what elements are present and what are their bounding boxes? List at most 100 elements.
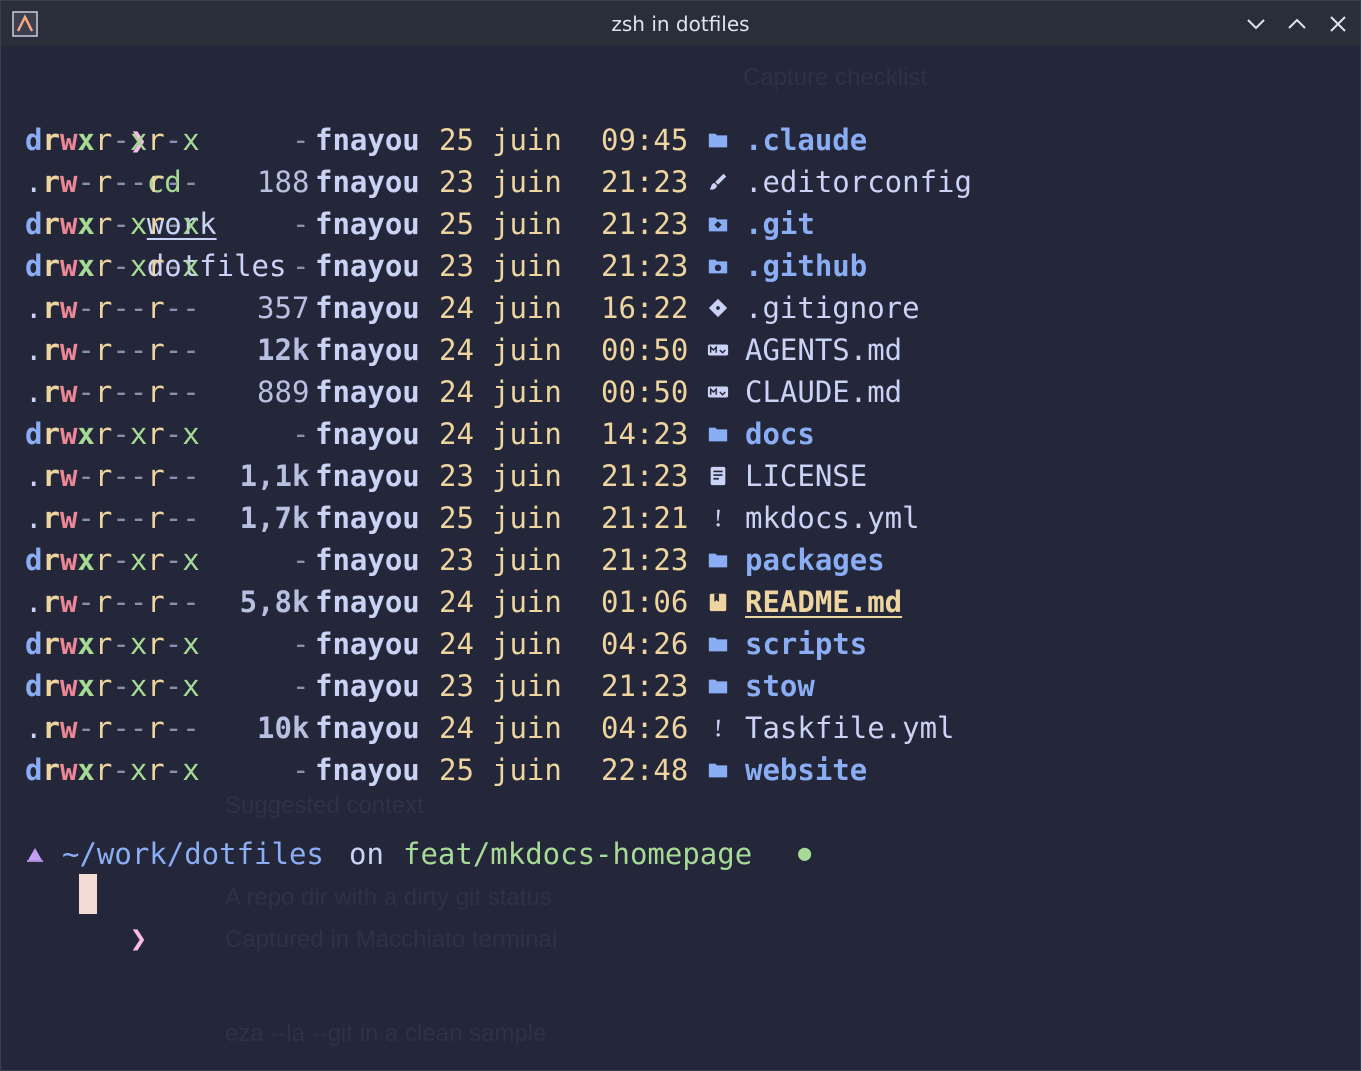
date-time: 00:50 [601,333,689,367]
date-month: juin [492,291,562,325]
date-day: 25 [439,207,474,241]
ghost-text: Capture checklist [743,64,928,91]
titlebar: zsh in dotfiles [1,1,1360,46]
file-owner: fnayou [315,207,420,241]
terminal-window: zsh in dotfiles Capture checklist Sugges… [0,0,1361,1071]
git-diamond-icon [708,298,728,318]
date-month: juin [492,375,562,409]
file-name[interactable]: LICENSE [745,455,867,497]
file-size: 188 [257,165,310,199]
license-icon [710,466,726,486]
file-name[interactable]: .github [745,245,867,287]
file-size: 12k [257,333,310,367]
window-title: zsh in dotfiles [611,12,750,36]
file-name[interactable]: .git [745,203,815,245]
date-month: juin [492,333,562,367]
date-day: 24 [439,291,474,325]
date-day: 25 [439,501,474,535]
ghost-text: Suggested context [225,792,424,819]
file-name[interactable]: .gitignore [745,287,920,329]
file-owner: fnayou [315,249,420,283]
file-size: 5,8k [239,585,310,619]
date-day: 25 [439,123,474,157]
file-name[interactable]: stow [745,665,815,707]
git-folder-icon [708,217,728,232]
date-time: 21:23 [601,669,689,703]
date-time: 04:26 [601,627,689,661]
date-time: 21:23 [601,207,689,241]
date-day: 24 [439,417,474,451]
file-size: - [291,123,310,157]
file-size: - [291,669,310,703]
date-time: 21:21 [601,501,689,535]
date-time: 21:23 [601,249,689,283]
folder-icon [708,763,728,778]
file-owner: fnayou [315,291,420,325]
os-icon [27,848,43,862]
date-day: 24 [439,711,474,745]
file-size: - [291,249,310,283]
file-owner: fnayou [315,501,420,535]
file-owner: fnayou [315,627,420,661]
on-label: on [349,837,384,871]
date-month: juin [492,417,562,451]
file-size: 1,1k [239,459,310,493]
minimize-button[interactable] [1244,12,1268,36]
file-owner: fnayou [315,333,420,367]
date-time: 21:23 [601,543,689,577]
maximize-button[interactable] [1285,12,1309,36]
dirty-indicator: ● [798,841,812,866]
file-owner: fnayou [315,711,420,745]
date-month: juin [492,501,562,535]
close-button[interactable] [1326,12,1350,36]
date-day: 23 [439,543,474,577]
file-name[interactable]: packages [745,539,885,581]
date-month: juin [492,165,562,199]
date-month: juin [492,627,562,661]
folder-icon [708,637,728,652]
date-month: juin [492,543,562,577]
file-name[interactable]: CLAUDE.md [745,371,902,413]
file-name[interactable]: .editorconfig [745,161,972,203]
file-size: - [291,207,310,241]
markdown-icon [707,344,729,356]
prompt-status-line: ~/work/dotfiles on feat/mkdocs-homepage … [25,833,811,875]
file-name[interactable]: AGENTS.md [745,329,902,371]
ghost-text: eza --la --git in a clean sample [225,1020,547,1047]
date-day: 23 [439,459,474,493]
file-owner: fnayou [315,753,420,787]
file-size: 357 [257,291,310,325]
file-name[interactable]: scripts [745,623,867,665]
folder-icon [708,427,728,442]
file-name[interactable]: website [745,749,867,791]
file-name[interactable]: mkdocs.yml [745,497,920,539]
date-time: 22:48 [601,753,689,787]
file-name[interactable]: README.md [745,581,902,623]
ghost-text: Captured in Macchiato terminal [225,926,558,953]
command-line: ❯ cd work dotfiles [25,77,287,283]
file-owner: fnayou [315,459,420,493]
brush-icon [709,173,727,190]
file-size: - [291,627,310,661]
file-name[interactable]: Taskfile.yml [745,707,955,749]
prompt-symbol: ❯ [129,921,148,955]
date-month: juin [492,123,562,157]
file-size: - [291,417,310,451]
file-size: 889 [257,375,310,409]
file-owner: fnayou [315,543,420,577]
file-size: - [291,753,310,787]
date-day: 23 [439,669,474,703]
file-owner: fnayou [315,585,420,619]
file-name[interactable]: .claude [745,119,867,161]
file-name[interactable]: docs [745,413,815,455]
folder-icon [708,553,728,568]
file-owner: fnayou [315,417,420,451]
folder-icon [708,679,728,694]
date-month: juin [492,207,562,241]
github-folder-icon [708,259,728,274]
ghost-text: A repo dir with a dirty git status [225,884,552,911]
yaml-icon [716,719,720,737]
text-cursor [79,874,97,914]
terminal-content[interactable]: Capture checklist Suggested context A re… [1,46,1360,1070]
markdown-icon [707,386,729,398]
